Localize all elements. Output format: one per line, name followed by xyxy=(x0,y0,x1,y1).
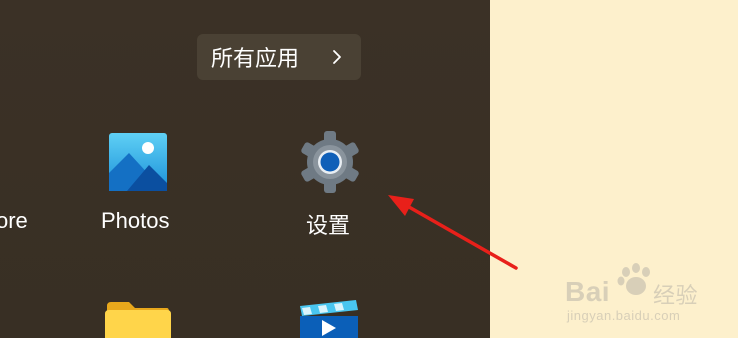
watermark-url: jingyan.baidu.com xyxy=(567,308,681,323)
watermark-brand2: 经验 xyxy=(653,283,699,308)
watermark-brand: Bai xyxy=(565,276,611,307)
baidu-watermark: Bai 经验 jingyan.baidu.com xyxy=(565,262,715,332)
